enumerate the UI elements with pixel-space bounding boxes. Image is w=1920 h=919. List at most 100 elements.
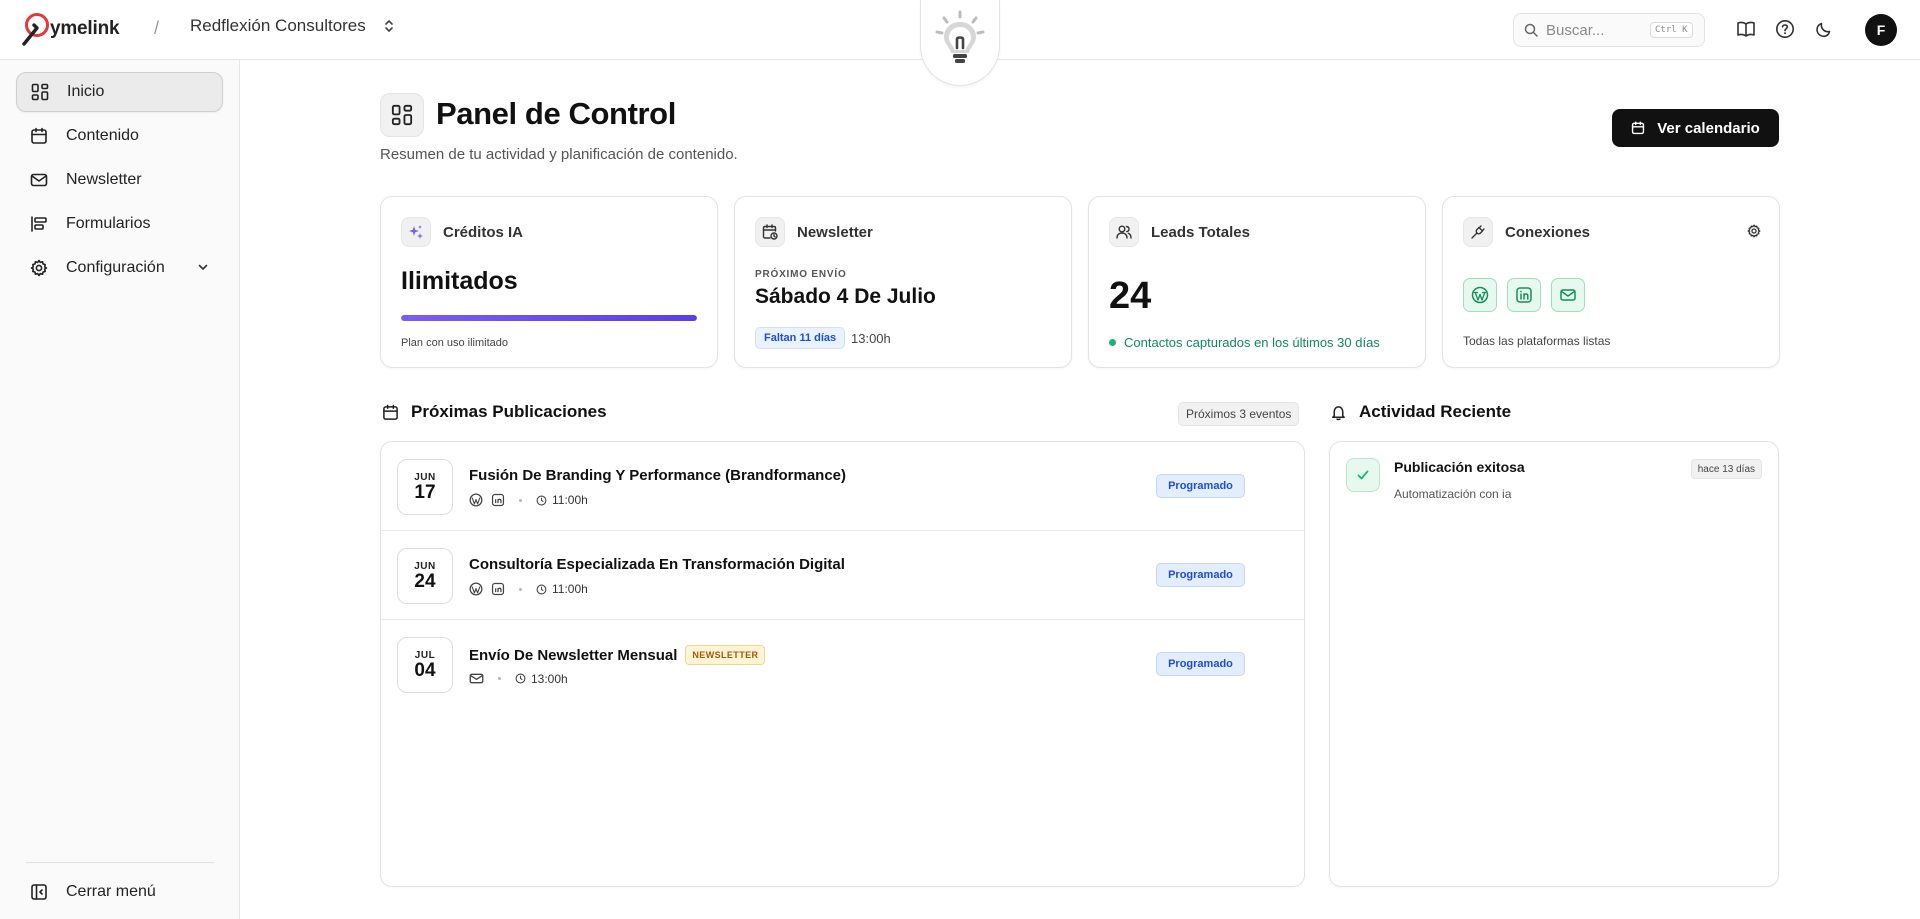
view-calendar-button[interactable]: Ver calendario [1612, 109, 1779, 147]
publication-title-text: Fusión De Branding Y Performance (Brandf… [469, 467, 847, 484]
publication-meta: 11:00h [469, 493, 588, 507]
events-count-badge: Próximos 3 eventos [1178, 402, 1300, 426]
sidebar: Inicio Contenido Newsletter Formularios [0, 60, 240, 919]
status-badge: Programado [1156, 563, 1245, 587]
mail-icon[interactable] [1551, 278, 1585, 312]
publication-title: Envío De Newsletter Mensual NEWSLETTER [469, 645, 766, 665]
organization-switcher[interactable]: Redflexión Consultores [190, 16, 394, 36]
newsletter-card: Newsletter PRÓXIMO ENVÍO Sábado 4 De Jul… [734, 196, 1072, 368]
recent-activity-panel: Publicación exitosa Automatización con i… [1329, 441, 1779, 887]
clock-icon [536, 495, 547, 505]
card-label: Leads Totales [1151, 223, 1250, 241]
date-day: 24 [414, 571, 436, 592]
gear-icon [30, 259, 48, 277]
total-leads-value: 24 [1109, 275, 1152, 317]
clock-icon [515, 673, 526, 684]
sidebar-item-label: Inicio [67, 83, 105, 100]
upcoming-publications-header: Próximas Publicaciones [382, 402, 607, 422]
meta-separator [519, 587, 522, 591]
grid-icon [31, 83, 49, 101]
date-badge: JUN 24 [397, 548, 453, 604]
logo-mark-icon [22, 13, 49, 46]
days-remaining-badge: Faltan 11 días [755, 327, 846, 349]
help-icon[interactable] [1775, 19, 1795, 39]
collapse-menu-label: Cerrar menú [66, 883, 156, 900]
calendar-icon [31, 127, 47, 144]
section-title: Próximas Publicaciones [411, 402, 607, 421]
connected-platforms [1463, 278, 1585, 312]
chevron-down-icon [198, 264, 208, 270]
date-day: 04 [414, 660, 436, 681]
chevron-up-down-icon [384, 20, 393, 32]
activity-time-badge: hace 13 días [1690, 459, 1762, 479]
publication-title-text: Envío De Newsletter Mensual [469, 646, 678, 664]
publication-row[interactable]: JUN 24 Consultoría Especializada En Tran… [381, 531, 1304, 620]
sidebar-item-contenido[interactable]: Contenido [16, 116, 223, 156]
date-badge: JUN 17 [397, 459, 453, 515]
meta-separator [498, 677, 501, 680]
page-title: Panel de Control [436, 96, 676, 131]
plug-icon [1463, 217, 1493, 247]
assistant-tab[interactable] [920, 0, 1000, 86]
publication-title: Fusión De Branding Y Performance (Brandf… [469, 467, 846, 484]
search-icon [1524, 23, 1538, 37]
activity-item[interactable]: Publicación exitosa Automatización con i… [1346, 458, 1762, 518]
status-badge: Programado [1156, 652, 1245, 676]
publication-time-text: 13:00h [531, 671, 568, 686]
lightbulb-icon [935, 10, 985, 63]
sidebar-item-inicio[interactable]: Inicio [16, 72, 223, 112]
publication-meta: 11:00h [469, 582, 588, 596]
docs-book-icon[interactable] [1736, 19, 1756, 39]
activity-title: Publicación exitosa [1394, 459, 1525, 475]
sidebar-item-formularios[interactable]: Formularios [16, 204, 223, 244]
connections-settings-gear-icon[interactable] [1747, 224, 1761, 238]
brand-logo[interactable]: ymelink [22, 12, 120, 46]
card-label: Créditos IA [443, 223, 524, 241]
sidebar-item-label: Formularios [66, 215, 151, 232]
wordpress-icon [469, 493, 483, 507]
linkedin-icon[interactable] [1507, 278, 1541, 312]
bell-icon [1332, 405, 1345, 420]
ia-credits-note: Plan con uso ilimitado [401, 337, 509, 349]
search-box[interactable]: Ctrl K [1513, 13, 1705, 47]
check-icon [1346, 458, 1380, 492]
publication-time: 11:00h [536, 493, 588, 507]
clock-icon [536, 584, 547, 594]
card-label: Conexiones [1505, 223, 1591, 241]
dark-mode-moon-icon[interactable] [1814, 19, 1834, 39]
section-title: Actividad Reciente [1359, 402, 1512, 421]
publication-time: 13:00h [515, 672, 568, 686]
calendar-icon [1632, 121, 1645, 135]
search-shortcut: Ctrl K [1650, 22, 1693, 38]
linkedin-icon [491, 582, 505, 596]
brand-name: ymelink [50, 18, 120, 39]
sidebar-item-label: Contenido [66, 127, 139, 144]
users-icon [1109, 217, 1139, 247]
search-input[interactable] [1546, 21, 1642, 39]
publication-row[interactable]: JUL 04 Envío De Newsletter Mensual NEWSL… [381, 620, 1304, 709]
next-send-date: Sábado 4 De Julio [755, 285, 936, 308]
activity-subtitle: Automatización con ia [1394, 487, 1512, 501]
mail-icon [30, 173, 48, 187]
collapse-menu-button[interactable]: Cerrar menú [16, 872, 223, 912]
status-badge: Programado [1156, 474, 1245, 498]
publication-time-text: 11:00h [552, 582, 588, 596]
publication-meta: 13:00h [469, 671, 568, 686]
user-avatar[interactable]: F [1865, 14, 1897, 46]
sidebar-item-configuracion[interactable]: Configuración [16, 248, 223, 288]
sparkles-icon [401, 217, 431, 247]
sidebar-item-newsletter[interactable]: Newsletter [16, 160, 223, 200]
upcoming-publications-panel: JUN 17 Fusión De Branding Y Performance … [380, 441, 1305, 887]
publication-title: Consultoría Especializada En Transformac… [469, 556, 845, 573]
wordpress-icon[interactable] [1463, 278, 1497, 312]
ia-credits-progress [401, 315, 697, 321]
linkedin-icon [491, 493, 505, 507]
ia-credits-progress-fill [401, 315, 697, 321]
publication-row[interactable]: JUN 17 Fusión De Branding Y Performance … [381, 442, 1304, 531]
sidebar-item-label: Configuración [66, 259, 165, 276]
organization-name: Redflexión Consultores [190, 16, 366, 35]
newsletter-tag: NEWSLETTER [685, 645, 766, 665]
connections-card: Conexiones Todas las plataformas listas [1442, 196, 1780, 368]
ia-credits-card: Créditos IA Ilimitados Plan con uso ilim… [380, 196, 718, 368]
total-leads-card: Leads Totales 24 Contactos capturados en… [1088, 196, 1426, 368]
